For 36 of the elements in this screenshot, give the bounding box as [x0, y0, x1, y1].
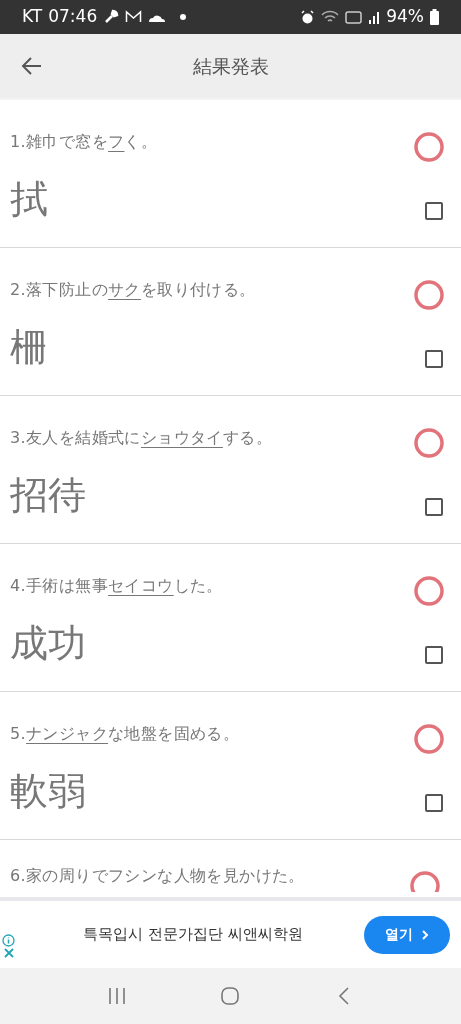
checkbox[interactable] [425, 794, 443, 812]
battery-icon [430, 9, 439, 25]
answer-kanji: 柵 [10, 324, 48, 371]
answer-kanji: 成功 [10, 620, 86, 667]
alarm-icon [300, 9, 316, 25]
answer-kanji: 拭 [10, 176, 48, 223]
rounded-square-icon [220, 986, 241, 1006]
open-button[interactable]: 열기 [364, 915, 450, 954]
carrier: KT [22, 5, 43, 29]
ad-text: 특목입시 전문가집단 씨앤씨학원 [83, 924, 303, 946]
dot-icon [179, 13, 188, 21]
question-text: 5.ナンジャク な地盤を固める。 [10, 723, 240, 745]
question-text: 1.雑巾で窓をフ く。 [10, 131, 158, 153]
three-lines-icon [106, 987, 127, 1005]
checkbox[interactable] [425, 350, 443, 368]
question-text: 4.手術は無事セイコウ した。 [10, 575, 223, 597]
question-text: 3.友人を結婚式に ショウタイする。 [10, 427, 273, 449]
back-arrow-icon [21, 55, 43, 77]
hd-icon [345, 10, 363, 24]
signal-icon [368, 10, 381, 24]
info-icon[interactable] [2, 934, 15, 947]
wifi-icon [321, 10, 340, 24]
battery-percent: 94% [386, 5, 424, 29]
clock: 07:46 [48, 5, 98, 29]
close-icon[interactable] [2, 947, 15, 959]
answer-kanji: 軟弱 [10, 768, 86, 815]
question-text: 6.家の周りでフシンな人物を見かけた。 [10, 865, 305, 887]
screen-title: 結果発表 [192, 53, 269, 79]
chevron-left-icon [338, 986, 351, 1006]
answer-kanji: 招待 [10, 472, 86, 519]
chevron-right-icon [421, 928, 429, 941]
checkbox[interactable] [425, 498, 443, 516]
mail-icon [125, 10, 143, 24]
checkbox[interactable] [425, 202, 443, 220]
question-text: 2.落下防止のサク を取り付ける。 [10, 279, 256, 301]
checkbox[interactable] [425, 646, 443, 664]
